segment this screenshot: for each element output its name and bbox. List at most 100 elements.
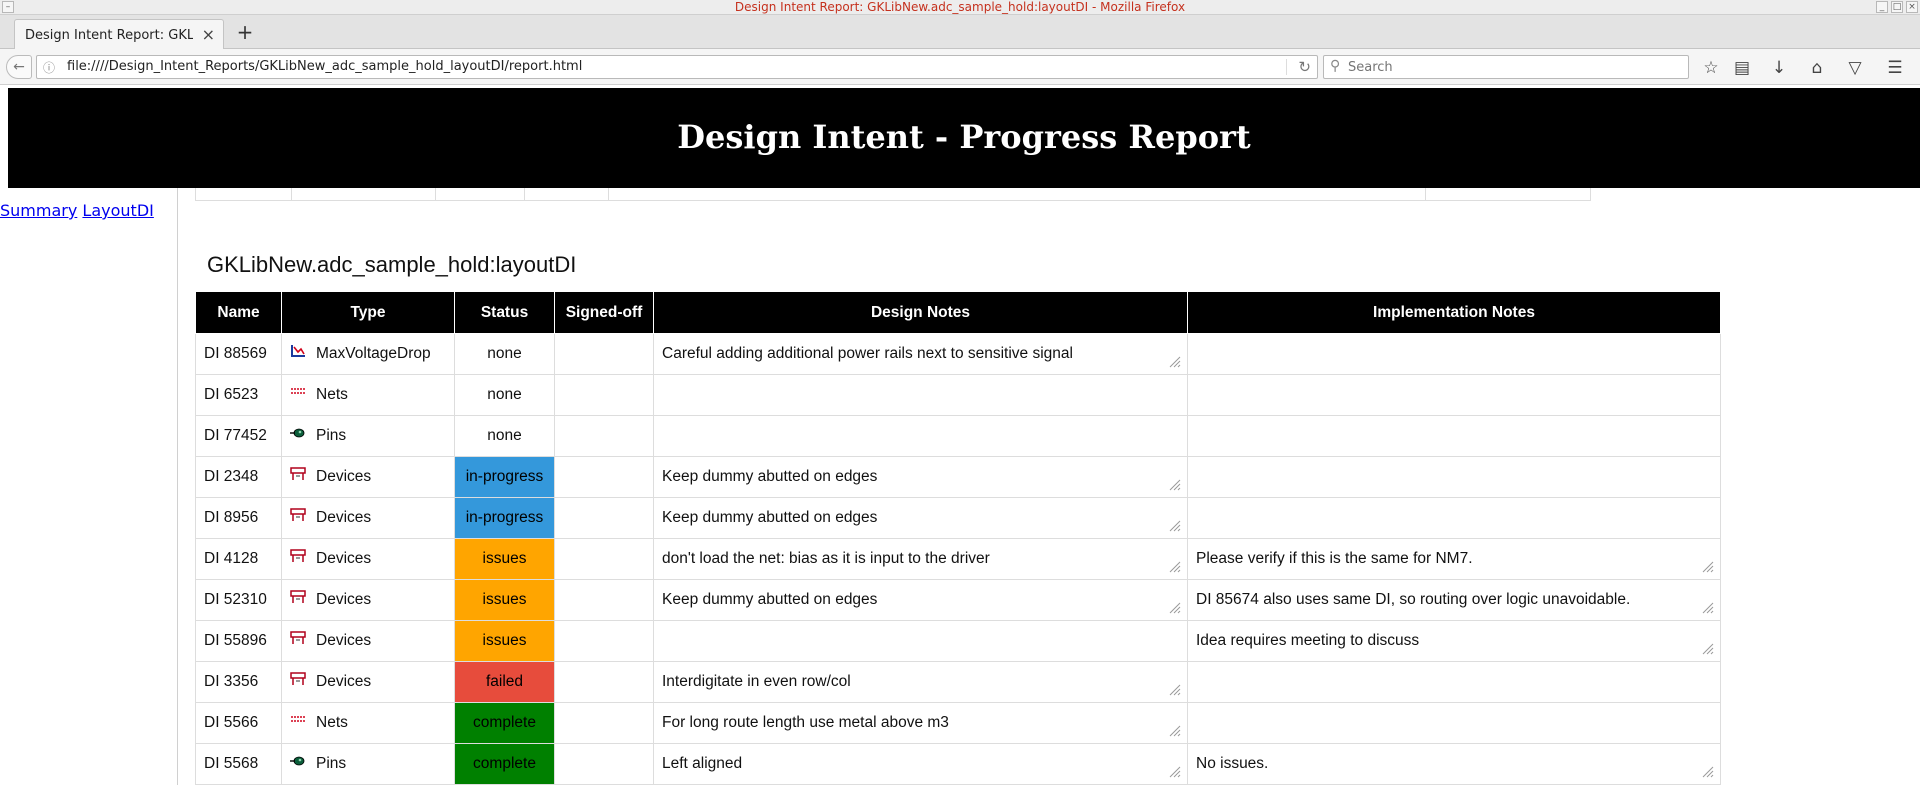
column-header-type[interactable]: Type [281,291,455,334]
cell-design-notes [653,620,1188,662]
downloads-icon[interactable]: ↓ [1768,57,1790,79]
cell-signed-off[interactable] [554,620,654,662]
cell-status: issues [454,579,555,621]
cell-type-label: Devices [316,590,372,608]
cell-signed-off[interactable] [554,661,654,703]
cell-signed-off[interactable] [554,374,654,416]
cell-status: in-progress [454,456,555,498]
pocket-icon[interactable]: ▽ [1844,57,1866,79]
column-header-name[interactable]: Name [195,291,282,334]
cell-implementation-notes[interactable]: Please verify if this is the same for NM… [1187,538,1721,580]
pins-icon [290,426,306,440]
column-header-signed-off[interactable]: Signed-off [554,291,654,334]
cell-design-notes[interactable]: Interdigitate in even row/col [653,661,1188,703]
cell-type: Nets [281,702,455,744]
cell-implementation-notes[interactable]: Idea requires meeting to discuss [1187,620,1721,662]
cell-design-notes[interactable]: Keep dummy abutted on edges [653,579,1188,621]
menu-icon[interactable]: ☰ [1884,57,1906,79]
cell-signed-off[interactable] [554,497,654,539]
cell-design-notes[interactable]: Keep dummy abutted on edges [653,497,1188,539]
report-header: Design Intent - Progress Report [8,88,1920,188]
tab-report[interactable]: Design Intent Report: GKLibNew.adc_sampl… [14,19,224,49]
tab-close-icon[interactable]: × [202,25,215,44]
implementation-notes-text[interactable]: No issues. [1196,755,1268,772]
table-header-row: Name Type Status Signed-off Design Notes… [195,291,1721,334]
design-notes-text[interactable]: Left aligned [662,755,742,772]
implementation-notes-text[interactable]: Idea requires meeting to discuss [1196,632,1419,649]
cell-status: issues [454,538,555,580]
window-maximize-button[interactable]: □ [1891,1,1903,13]
cell-type-label: Devices [316,672,372,690]
window-close-button[interactable]: × [1906,1,1918,13]
cell-implementation-notes[interactable]: No issues. [1187,743,1721,785]
design-notes-text[interactable]: Interdigitate in even row/col [662,673,851,690]
url-text[interactable]: file:////Design_Intent_Reports/GKLibNew_… [67,59,582,74]
cell-signed-off[interactable] [554,538,654,580]
column-header-design-notes[interactable]: Design Notes [653,291,1188,334]
design-notes-text[interactable]: For long route length use metal above m3 [662,714,949,731]
cell-type-label: Pins [316,754,347,772]
info-icon[interactable]: ⓘ [43,59,55,76]
report-title: Design Intent - Progress Report [677,118,1251,156]
cell-design-notes[interactable]: Keep dummy abutted on edges [653,456,1188,498]
cell-name: DI 2348 [195,456,282,498]
new-tab-button[interactable]: + [232,19,258,47]
design-notes-text[interactable]: don't load the net: bias as it is input … [662,550,990,567]
design-notes-text[interactable]: Keep dummy abutted on edges [662,468,877,485]
cell-type-label: Nets [316,713,348,731]
cell-implementation-notes [1187,497,1721,539]
reload-icon[interactable]: ↻ [1298,58,1311,76]
window-minimize-button[interactable]: _ [1876,1,1888,13]
cell-implementation-notes[interactable]: DI 85674 also uses same DI, so routing o… [1187,579,1721,621]
cell-signed-off[interactable] [554,702,654,744]
cell-implementation-notes [1187,415,1721,457]
cell-name: DI 5568 [195,743,282,785]
cell-design-notes[interactable]: Careful adding additional power rails ne… [653,333,1188,375]
bookmark-star-icon[interactable]: ☆ [1700,57,1722,79]
sidebar-link-summary[interactable]: Summary [0,201,77,220]
cell-design-notes[interactable]: For long route length use metal above m3 [653,702,1188,744]
cell-type: Devices [281,579,455,621]
column-header-implementation-notes[interactable]: Implementation Notes [1187,291,1721,334]
devices-icon [290,508,306,522]
cell-signed-off[interactable] [554,579,654,621]
design-notes-text[interactable]: Keep dummy abutted on edges [662,509,877,526]
table-row: DI 8956 Devices in-progress Keep dummy abut… [195,497,1721,539]
table-row: DI 5566 Nets complete For long route length… [195,702,1721,744]
back-button[interactable]: ← [6,55,32,79]
cell-status: in-progress [454,497,555,539]
cell-type-label: Devices [316,508,372,526]
search-icon: ⚲ [1330,58,1341,74]
home-icon[interactable]: ⌂ [1806,57,1828,79]
cell-design-notes[interactable]: don't load the net: bias as it is input … [653,538,1188,580]
cell-type-label: MaxVoltageDrop [316,344,431,362]
cell-type: Pins [281,743,455,785]
cell-status: complete [454,743,555,785]
cell-signed-off[interactable] [554,415,654,457]
implementation-notes-text[interactable]: Please verify if this is the same for NM… [1196,550,1473,567]
cell-name: DI 88569 [195,333,282,375]
table-row: DI 77452 Pins none [195,415,1721,457]
devices-icon [290,467,306,481]
url-separator [1286,59,1287,75]
reading-list-icon[interactable]: ▤ [1731,57,1753,79]
cell-implementation-notes [1187,374,1721,416]
search-input[interactable] [1348,58,1678,76]
window-title: Design Intent Report: GKLibNew.adc_sampl… [734,0,1186,14]
cell-signed-off[interactable] [554,743,654,785]
design-notes-text[interactable]: Careful adding additional power rails ne… [662,345,1073,362]
cell-implementation-notes [1187,661,1721,703]
cell-signed-off[interactable] [554,333,654,375]
design-notes-text[interactable]: Keep dummy abutted on edges [662,591,877,608]
implementation-notes-text[interactable]: DI 85674 also uses same DI, so routing o… [1196,591,1630,608]
sidebar-link-layoutdi[interactable]: LayoutDI [82,201,153,220]
url-bar[interactable]: ⓘ file:////Design_Intent_Reports/GKLibNe… [36,55,1318,79]
cell-name: DI 77452 [195,415,282,457]
cell-type: Devices [281,456,455,498]
cell-signed-off[interactable] [554,456,654,498]
column-header-status[interactable]: Status [454,291,555,334]
cell-name: DI 4128 [195,538,282,580]
window-titlebar: – Design Intent Report: GKLibNew.adc_sam… [0,0,1920,15]
cell-design-notes[interactable]: Left aligned [653,743,1188,785]
search-bar[interactable]: ⚲ [1323,55,1689,79]
